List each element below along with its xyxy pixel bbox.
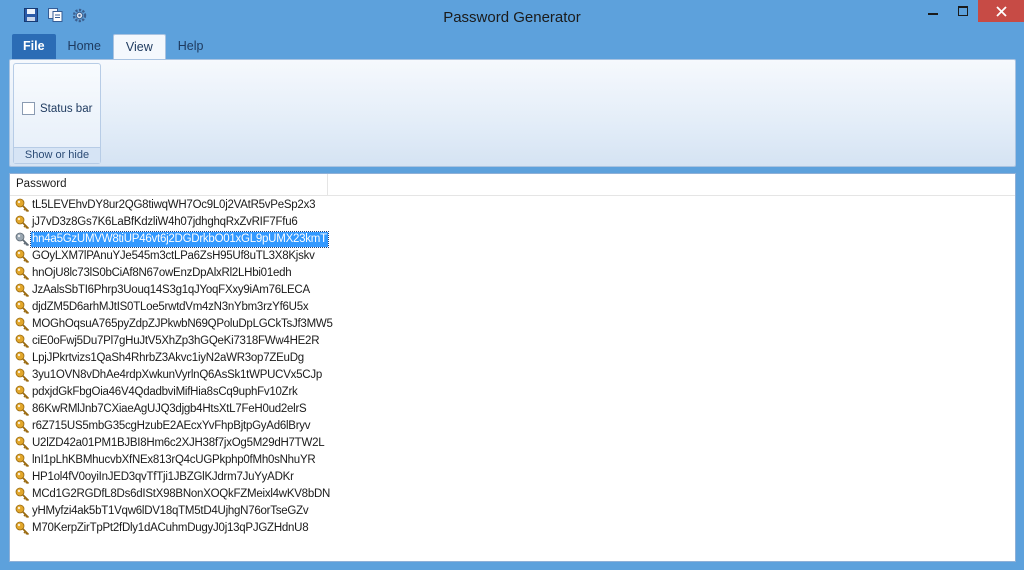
password-text: U2lZD42a01PM1BJBI8Hm6c2XJH38f7jxOg5M29dH… [32, 437, 325, 449]
password-text: MCd1G2RGDfL8Ds6dIStX98BNonXOQkFZMeixl4wK… [32, 488, 331, 500]
status-bar-label: Status bar [40, 102, 93, 115]
key-icon [13, 503, 31, 520]
password-text: lnI1pLhKBMhucvbXfNEx813rQ4cUGPkphp0fMh0s… [32, 454, 316, 466]
list-item[interactable]: ciE0oFwj5Du7Pl7gHuJtV5XhZp3hGQeKi7318FWw… [13, 333, 334, 350]
title-bar[interactable]: Password Generator [0, 0, 1024, 34]
window-title: Password Generator [443, 9, 581, 26]
password-text: ciE0oFwj5Du7Pl7gHuJtV5XhZp3hGQeKi7318FWw… [32, 335, 320, 347]
key-icon [13, 435, 31, 452]
key-icon [13, 248, 31, 265]
password-text: HP1ol4fV0oyiInJED3qvTfTji1JBZGlKJdrm7JuY… [32, 471, 294, 483]
list-item[interactable]: jJ7vD3z8Gs7K6LaBfKdzliW4h07jdhghqRxZvRIF… [13, 214, 334, 231]
key-icon [13, 418, 31, 435]
list-item[interactable]: HP1ol4fV0oyiInJED3qvTfTji1JBZGlKJdrm7JuY… [13, 469, 334, 486]
minimize-icon[interactable] [918, 0, 948, 22]
key-icon [13, 265, 31, 282]
ribbon-tabs: File Home View Help [12, 34, 216, 60]
list-item[interactable]: MOGhOqsuA765pyZdpZJPkwbN69QPoluDpLGCkTsJ… [13, 316, 334, 333]
key-icon [13, 333, 31, 350]
key-icon [13, 486, 31, 503]
password-text: M70KerpZirTpPt2fDly1dACuhmDugyJ0j13qPJGZ… [32, 522, 309, 534]
window-controls [918, 0, 1024, 22]
maximize-icon[interactable] [948, 0, 978, 22]
password-text: 3yu1OVN8vDhAe4rdpXwkunVyrlnQ6AsSk1tWPUCV… [32, 369, 323, 381]
password-text: GOyLXM7lPAnuYJe545m3ctLPa6ZsH95Uf8uTL3X8… [32, 250, 315, 262]
list-item[interactable]: lnI1pLhKBMhucvbXfNEx813rQ4cUGPkphp0fMh0s… [13, 452, 334, 469]
app-window: Password Generator File Home View Help S… [0, 0, 1024, 570]
status-bar-toggle[interactable]: Status bar [22, 102, 92, 115]
status-bar-checkbox[interactable] [22, 102, 35, 115]
list-item[interactable]: JzAalsSbTI6Phrp3Uouq14S3g1qJYoqFXxy9iAm7… [13, 282, 334, 299]
password-text: r6Z715US5mbG35cgHzubE2AEcxYvFhpBjtpGyAd6… [32, 420, 311, 432]
key-icon [13, 401, 31, 418]
key-icon [13, 384, 31, 401]
password-list[interactable]: Password tL5LEVEhvDY8ur2QG8tiwqWH7Oc9L0j… [9, 173, 1016, 562]
key-icon [13, 299, 31, 316]
list-item[interactable]: 86KwRMlJnb7CXiaeAgUJQ3djgb4HtsXtL7FeH0ud… [13, 401, 334, 418]
password-text: hn4a5GzUMVW8tiUP46vt6j2DGDrkbO01xGL9pUMX… [30, 231, 329, 248]
list-item[interactable]: GOyLXM7lPAnuYJe545m3ctLPa6ZsH95Uf8uTL3X8… [13, 248, 334, 265]
list-item[interactable]: 3yu1OVN8vDhAe4rdpXwkunVyrlnQ6AsSk1tWPUCV… [13, 367, 334, 384]
list-item[interactable]: U2lZD42a01PM1BJBI8Hm6c2XJH38f7jxOg5M29dH… [13, 435, 334, 452]
key-icon [13, 282, 31, 299]
list-item[interactable]: LpjJPkrtvizs1QaSh4RhrbZ3Akvc1iyN2aWR3op7… [13, 350, 334, 367]
password-rows: tL5LEVEhvDY8ur2QG8tiwqWH7Oc9L0j2VAtR5vPe… [13, 197, 334, 537]
close-icon[interactable] [978, 0, 1024, 22]
password-text: jJ7vD3z8Gs7K6LaBfKdzliW4h07jdhghqRxZvRIF… [32, 216, 298, 228]
ribbon-group-show-hide: Status bar Show or hide [13, 63, 101, 164]
list-item[interactable]: M70KerpZirTpPt2fDly1dACuhmDugyJ0j13qPJGZ… [13, 520, 334, 537]
list-item[interactable]: hnOjU8lc73lS0bCiAf8N67owEnzDpAlxRl2LHbi0… [13, 265, 334, 282]
ribbon-panel: Status bar Show or hide [9, 59, 1016, 167]
key-icon [13, 520, 31, 537]
key-icon [13, 350, 31, 367]
password-text: JzAalsSbTI6Phrp3Uouq14S3g1qJYoqFXxy9iAm7… [32, 284, 310, 296]
tab-view[interactable]: View [112, 34, 166, 60]
key-icon [13, 231, 31, 248]
list-item[interactable]: r6Z715US5mbG35cgHzubE2AEcxYvFhpBjtpGyAd6… [13, 418, 334, 435]
tab-file[interactable]: File [12, 34, 56, 59]
key-icon [13, 367, 31, 384]
list-item[interactable]: hn4a5GzUMVW8tiUP46vt6j2DGDrkbO01xGL9pUMX… [13, 231, 334, 248]
key-icon [13, 214, 31, 231]
tab-help[interactable]: Help [166, 34, 216, 59]
key-icon [13, 452, 31, 469]
password-text: djdZM5D6arhMJtIS0TLoe5rwtdVm4zN3nYbm3rzY… [32, 301, 309, 313]
list-item[interactable]: yHMyfzi4ak5bT1Vqw6lDV18qTM5tD4UjhgN76orT… [13, 503, 334, 520]
password-text: MOGhOqsuA765pyZdpZJPkwbN69QPoluDpLGCkTsJ… [32, 318, 333, 330]
tab-home[interactable]: Home [56, 34, 113, 59]
list-item[interactable]: MCd1G2RGDfL8Ds6dIStX98BNonXOQkFZMeixl4wK… [13, 486, 334, 503]
list-header: Password [10, 174, 1015, 196]
password-text: yHMyfzi4ak5bT1Vqw6lDV18qTM5tD4UjhgN76orT… [32, 505, 309, 517]
list-item[interactable]: djdZM5D6arhMJtIS0TLoe5rwtdVm4zN3nYbm3rzY… [13, 299, 334, 316]
group-caption: Show or hide [14, 147, 100, 163]
key-icon [13, 197, 31, 214]
key-icon [13, 316, 31, 333]
password-text: pdxjdGkFbgOia46V4QdadbviMifHia8sCq9uphFv… [32, 386, 298, 398]
list-item[interactable]: tL5LEVEhvDY8ur2QG8tiwqWH7Oc9L0j2VAtR5vPe… [13, 197, 334, 214]
password-text: LpjJPkrtvizs1QaSh4RhrbZ3Akvc1iyN2aWR3op7… [32, 352, 304, 364]
password-text: 86KwRMlJnb7CXiaeAgUJQ3djgb4HtsXtL7FeH0ud… [32, 403, 307, 415]
password-text: tL5LEVEhvDY8ur2QG8tiwqWH7Oc9L0j2VAtR5vPe… [32, 199, 316, 211]
list-item[interactable]: pdxjdGkFbgOia46V4QdadbviMifHia8sCq9uphFv… [13, 384, 334, 401]
column-header-password[interactable]: Password [10, 174, 328, 196]
password-text: hnOjU8lc73lS0bCiAf8N67owEnzDpAlxRl2LHbi0… [32, 267, 292, 279]
key-icon [13, 469, 31, 486]
